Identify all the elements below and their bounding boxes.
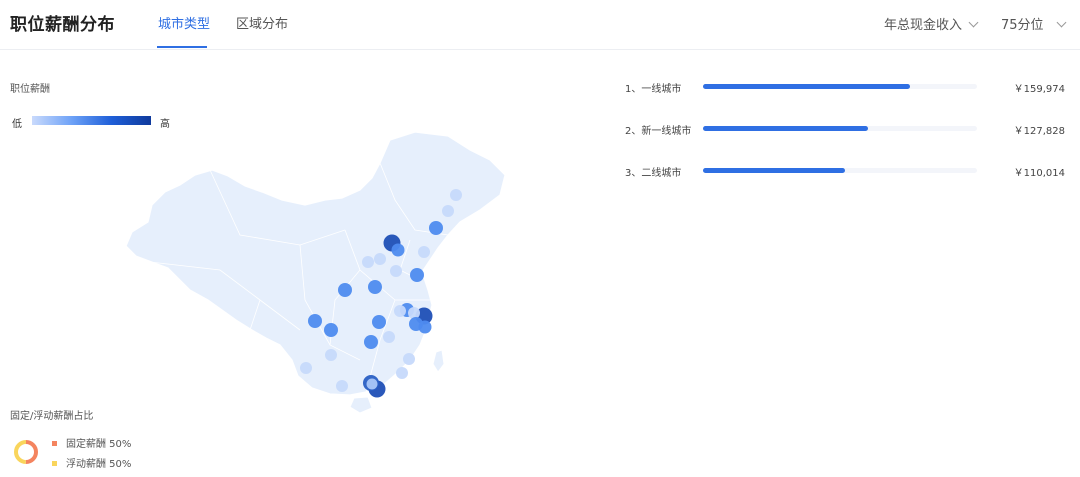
- city-marker[interactable]: [418, 246, 430, 258]
- city-marker[interactable]: [300, 362, 312, 374]
- header-bar: 职位薪酬分布 城市类型 区域分布 年总现金收入 75分位: [0, 0, 1080, 50]
- city-marker[interactable]: [325, 349, 337, 361]
- city-marker[interactable]: [418, 320, 432, 334]
- hainan-island: [349, 396, 373, 414]
- city-marker[interactable]: [336, 380, 348, 392]
- legend-gradient-bar: [32, 116, 151, 125]
- city-marker[interactable]: [338, 283, 352, 297]
- ranking-bar-track: [703, 84, 977, 89]
- income-type-label: 年总现金收入: [884, 18, 963, 33]
- legend-item-fixed: 固定薪酬 50%: [52, 435, 131, 450]
- ranking-label: 1、一线城市: [625, 84, 682, 95]
- city-marker[interactable]: [368, 280, 382, 294]
- city-marker[interactable]: [372, 315, 386, 329]
- city-marker[interactable]: [403, 353, 415, 365]
- ranking-value: ￥127,828: [1013, 126, 1065, 137]
- ranking-value: ￥110,014: [1013, 168, 1065, 179]
- map-landmass: [125, 131, 506, 414]
- city-marker[interactable]: [408, 307, 420, 319]
- page-title: 职位薪酬分布: [10, 15, 115, 35]
- city-marker[interactable]: [374, 253, 386, 265]
- city-marker[interactable]: [308, 314, 322, 328]
- city-marker[interactable]: [324, 323, 338, 337]
- legend-label: 固定薪酬 50%: [66, 439, 132, 450]
- taiwan-island: [432, 349, 445, 373]
- city-marker[interactable]: [394, 305, 406, 317]
- legend-dot: [52, 441, 57, 446]
- china-mainland-shape: [125, 131, 506, 396]
- tab-city-type[interactable]: 城市类型: [158, 13, 210, 32]
- ranking-bar-fill: [703, 84, 910, 89]
- ranking-bar-fill: [703, 168, 846, 173]
- ranking-label: 2、新一线城市: [625, 126, 692, 137]
- percentile-label: 75分位: [1001, 18, 1044, 33]
- percentile-dropdown[interactable]: 75分位: [1001, 14, 1066, 33]
- active-tab-indicator: [157, 46, 207, 48]
- ranking-row-new-tier1[interactable]: 2、新一线城市 ￥127,828: [625, 119, 1065, 137]
- composition-donut: [14, 440, 38, 464]
- ranking-bar-fill: [703, 126, 869, 131]
- legend-label: 浮动薪酬 50%: [66, 459, 132, 470]
- city-marker[interactable]: [442, 205, 454, 217]
- ranking-bar-track: [703, 126, 977, 131]
- city-marker[interactable]: [429, 221, 443, 235]
- legend-dot: [52, 461, 57, 466]
- ranking-row-tier1[interactable]: 1、一线城市 ￥159,974: [625, 77, 1065, 95]
- ranking-label: 3、二线城市: [625, 168, 682, 179]
- ranking-value: ￥159,974: [1013, 84, 1065, 95]
- chevron-down-icon: [968, 17, 979, 28]
- legend-low-label: 低: [12, 119, 22, 130]
- legend-item-variable: 浮动薪酬 50%: [52, 455, 131, 470]
- city-marker[interactable]: [390, 265, 402, 277]
- ranking-bar-track: [703, 168, 977, 173]
- income-type-dropdown[interactable]: 年总现金收入: [884, 14, 979, 33]
- city-marker[interactable]: [396, 367, 408, 379]
- city-marker[interactable]: [410, 268, 424, 282]
- city-marker[interactable]: [383, 331, 395, 343]
- ranking-row-tier2[interactable]: 3、二线城市 ￥110,014: [625, 161, 1065, 179]
- tab-region-distribution[interactable]: 区域分布: [236, 13, 288, 32]
- city-marker[interactable]: [364, 335, 378, 349]
- city-marker[interactable]: [391, 243, 405, 257]
- city-marker[interactable]: [450, 189, 462, 201]
- map-section-label: 职位薪酬: [10, 84, 50, 95]
- china-map[interactable]: [120, 125, 515, 425]
- composition-section-label: 固定/浮动薪酬占比: [10, 411, 94, 422]
- city-marker[interactable]: [366, 378, 378, 390]
- chevron-down-icon: [1056, 17, 1066, 28]
- city-marker[interactable]: [362, 256, 374, 268]
